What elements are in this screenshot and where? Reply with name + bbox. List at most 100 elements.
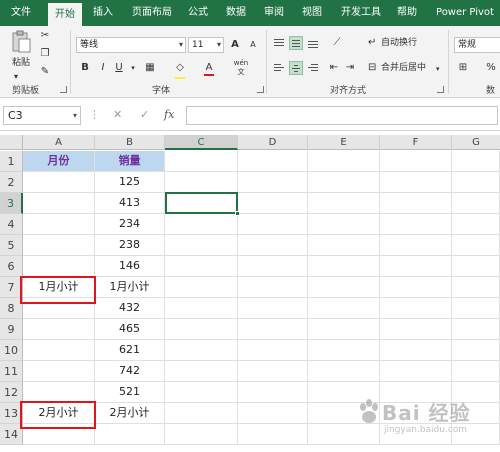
cell-d1[interactable] <box>238 151 308 172</box>
tab-power-pivot[interactable]: Power Pivot <box>432 0 498 26</box>
underline-dropdown-icon[interactable]: ▾ <box>126 61 140 75</box>
column-header-b[interactable]: B <box>95 135 165 150</box>
cell-b4[interactable]: 234 <box>95 214 165 235</box>
cell-a1[interactable]: 月份 <box>23 151 95 172</box>
cell-b6[interactable]: 146 <box>95 256 165 277</box>
cell-b10[interactable]: 621 <box>95 340 165 361</box>
paste-icon[interactable] <box>10 30 32 54</box>
alignment-launcher-icon[interactable] <box>437 86 444 93</box>
cell-f7[interactable] <box>380 277 452 298</box>
cell-g8[interactable] <box>452 298 500 319</box>
cell-g7[interactable] <box>452 277 500 298</box>
cell-g6[interactable] <box>452 256 500 277</box>
tab-insert[interactable]: 插入 <box>88 0 118 26</box>
cell-d10[interactable] <box>238 340 308 361</box>
accounting-format-icon[interactable]: ⊞ <box>456 61 470 75</box>
tab-file[interactable]: 文件 <box>0 0 42 26</box>
shrink-font-button[interactable]: A <box>246 38 260 52</box>
grow-font-button[interactable]: A <box>228 38 242 52</box>
cut-icon[interactable]: ✂ <box>38 29 52 43</box>
cell-c2[interactable] <box>165 172 238 193</box>
align-middle-icon[interactable] <box>289 36 303 50</box>
number-format-select[interactable]: 常规 <box>454 37 500 53</box>
cell-e11[interactable] <box>308 361 380 382</box>
cell-b11[interactable]: 742 <box>95 361 165 382</box>
cell-f4[interactable] <box>380 214 452 235</box>
merge-center-button[interactable]: 合并后居中 <box>381 61 426 75</box>
cell-c14[interactable] <box>165 424 238 445</box>
cell-a5[interactable] <box>23 235 95 256</box>
cell-c11[interactable] <box>165 361 238 382</box>
cell-g4[interactable] <box>452 214 500 235</box>
cancel-icon[interactable]: ✕ <box>113 108 122 121</box>
cell-f9[interactable] <box>380 319 452 340</box>
cell-d3[interactable] <box>238 193 308 214</box>
cell-e9[interactable] <box>308 319 380 340</box>
cell-g10[interactable] <box>452 340 500 361</box>
cell-e3[interactable] <box>308 193 380 214</box>
cell-b9[interactable]: 465 <box>95 319 165 340</box>
cell-c8[interactable] <box>165 298 238 319</box>
align-center-icon[interactable] <box>289 61 303 75</box>
borders-icon[interactable]: ▦ <box>143 61 157 75</box>
align-top-icon[interactable] <box>272 36 286 50</box>
cell-d4[interactable] <box>238 214 308 235</box>
cell-b13[interactable]: 2月小计 <box>95 403 165 424</box>
cell-f8[interactable] <box>380 298 452 319</box>
align-bottom-icon[interactable] <box>306 36 320 50</box>
column-header-e[interactable]: E <box>308 135 380 150</box>
cell-d12[interactable] <box>238 382 308 403</box>
cell-d13[interactable] <box>238 403 308 424</box>
cell-c13[interactable] <box>165 403 238 424</box>
row-header-12[interactable]: 12 <box>0 382 23 403</box>
cell-g9[interactable] <box>452 319 500 340</box>
cell-b8[interactable]: 432 <box>95 298 165 319</box>
tab-formulas[interactable]: 公式 <box>184 0 212 26</box>
row-header-9[interactable]: 9 <box>0 319 23 340</box>
column-header-d[interactable]: D <box>238 135 308 150</box>
tab-developer[interactable]: 开发工具 <box>336 0 386 26</box>
cell-e6[interactable] <box>308 256 380 277</box>
cell-d5[interactable] <box>238 235 308 256</box>
cell-e10[interactable] <box>308 340 380 361</box>
tab-page-layout[interactable]: 页面布局 <box>126 0 178 26</box>
cell-g3[interactable] <box>452 193 500 214</box>
cell-e4[interactable] <box>308 214 380 235</box>
cell-d7[interactable] <box>238 277 308 298</box>
cell-c9[interactable] <box>165 319 238 340</box>
cell-f3[interactable] <box>380 193 452 214</box>
underline-button[interactable]: U <box>112 61 126 75</box>
cell-f2[interactable] <box>380 172 452 193</box>
tab-review[interactable]: 审阅 <box>260 0 288 26</box>
cell-c7[interactable] <box>165 277 238 298</box>
cell-a2[interactable] <box>23 172 95 193</box>
row-header-11[interactable]: 11 <box>0 361 23 382</box>
percent-button[interactable]: % <box>484 61 498 75</box>
fill-handle[interactable] <box>235 211 240 216</box>
column-header-f[interactable]: F <box>380 135 452 150</box>
bold-button[interactable]: B <box>78 61 92 75</box>
cell-d9[interactable] <box>238 319 308 340</box>
cell-b12[interactable]: 521 <box>95 382 165 403</box>
enter-icon[interactable]: ✓ <box>140 108 149 121</box>
cell-b7[interactable]: 1月小计 <box>95 277 165 298</box>
tab-help[interactable]: 帮助 <box>392 0 422 26</box>
cell-a10[interactable] <box>23 340 95 361</box>
cell-e8[interactable] <box>308 298 380 319</box>
column-header-g[interactable]: G <box>452 135 500 150</box>
cell-d14[interactable] <box>238 424 308 445</box>
cell-a11[interactable] <box>23 361 95 382</box>
copy-icon[interactable]: ❐ <box>38 47 52 61</box>
cell-c10[interactable] <box>165 340 238 361</box>
paste-dropdown-icon[interactable]: ▾ <box>14 70 18 84</box>
cell-b1[interactable]: 销量 <box>95 151 165 172</box>
cell-a3[interactable] <box>23 193 95 214</box>
cell-d11[interactable] <box>238 361 308 382</box>
cell-f5[interactable] <box>380 235 452 256</box>
paste-button[interactable]: 粘贴 <box>10 56 32 70</box>
cell-c5[interactable] <box>165 235 238 256</box>
cell-g1[interactable] <box>452 151 500 172</box>
orientation-icon[interactable]: ⟋ <box>330 36 344 50</box>
phonetic-guide-icon[interactable]: wén文 <box>232 59 250 76</box>
font-size-select[interactable]: 11 ▾ <box>188 37 224 53</box>
